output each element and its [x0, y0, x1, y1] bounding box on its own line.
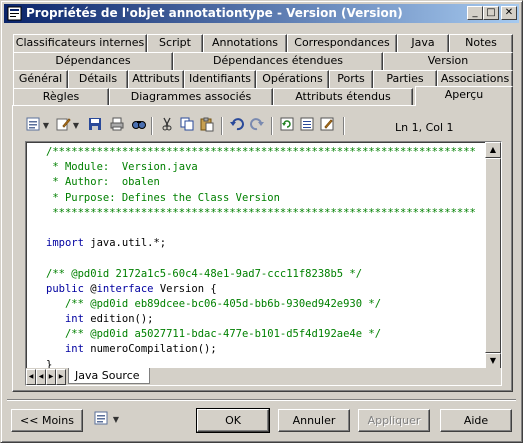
chevron-down-icon[interactable]: ▼: [71, 116, 81, 136]
tab-correspondances[interactable]: Correspondances: [287, 34, 397, 52]
tab-classificateurs-internes[interactable]: Classificateurs internes: [13, 34, 147, 52]
code-line: /** @pd0id eb89dcee-bc06-405d-bb6b-930ed…: [46, 297, 382, 310]
vertical-scrollbar[interactable]: ▲ ▼: [485, 142, 501, 369]
tab-attributs[interactable]: Attributs: [128, 70, 184, 88]
dialog-separator: [7, 399, 516, 401]
tab-details[interactable]: Détails: [68, 70, 128, 88]
edit-text-icon[interactable]: [317, 116, 337, 136]
next-sheet-button[interactable]: ▶: [46, 369, 56, 385]
code-content[interactable]: /***************************************…: [46, 145, 476, 373]
properties-dialog: Propriétés de l'objet annotationtype - V…: [0, 0, 523, 443]
tab-dependances-etendues[interactable]: Dépendances étendues: [173, 52, 383, 70]
help-button[interactable]: Aide: [440, 409, 512, 432]
chevron-down-icon[interactable]: ▼: [41, 116, 51, 136]
toolbar-separator: [151, 117, 153, 135]
sheet-tab-bar: ◀ ◀ ▶ ▶ Java Source: [26, 368, 487, 385]
cut-icon[interactable]: [157, 116, 177, 136]
tab-diagrammes-associes[interactable]: Diagrammes associés: [109, 88, 273, 106]
tab-identifiants[interactable]: Identifiants: [184, 70, 256, 88]
print-icon[interactable]: [107, 116, 127, 136]
ok-button[interactable]: OK: [196, 408, 270, 433]
last-sheet-button[interactable]: ▶: [56, 369, 66, 385]
editor-toolbar: ▼ ▼ Ln 1, Col 1: [21, 114, 506, 138]
tab-operations[interactable]: Opérations: [256, 70, 329, 88]
code-editor[interactable]: /***************************************…: [25, 141, 502, 386]
close-button[interactable]: ✕: [501, 6, 517, 20]
toolbar-separator: [343, 117, 345, 135]
code-line: public @interface Version {: [46, 282, 217, 295]
toolbar-separator: [221, 117, 223, 135]
code-line: * Author: obalen: [46, 176, 160, 189]
tab-dependances[interactable]: Dépendances: [13, 52, 173, 70]
tab-java[interactable]: Java: [397, 34, 449, 52]
minimize-button[interactable]: _: [467, 6, 483, 20]
properties-icon[interactable]: [91, 410, 111, 430]
tab-notes[interactable]: Notes: [449, 34, 513, 52]
scroll-down-button[interactable]: ▼: [485, 353, 501, 369]
copy-icon[interactable]: [177, 116, 197, 136]
paste-icon[interactable]: [197, 116, 217, 136]
cancel-button[interactable]: Annuler: [278, 409, 350, 432]
title-bar: Propriétés de l'objet annotationtype - V…: [4, 4, 519, 23]
cursor-position: Ln 1, Col 1: [395, 121, 454, 134]
maximize-button[interactable]: □: [483, 6, 499, 20]
code-line: * Purpose: Defines the Class Version: [46, 191, 280, 204]
tab-regles[interactable]: Règles: [13, 88, 109, 106]
view-icon[interactable]: [297, 116, 317, 136]
properties-icon[interactable]: [23, 116, 43, 136]
edit-icon[interactable]: [53, 116, 73, 136]
code-line: ****************************************…: [46, 206, 476, 219]
scroll-up-button[interactable]: ▲: [485, 142, 501, 158]
tab-ports[interactable]: Ports: [329, 70, 373, 88]
sheet-tab-java-source[interactable]: Java Source: [68, 368, 150, 384]
redo-icon[interactable]: [247, 116, 267, 136]
first-sheet-button[interactable]: ◀: [26, 369, 36, 385]
less-button[interactable]: << Moins: [11, 409, 83, 432]
tab-version[interactable]: Version: [383, 52, 513, 70]
scroll-thumb[interactable]: [485, 158, 501, 353]
code-line: import java.util.*;: [46, 237, 167, 250]
window-title: Propriétés de l'objet annotationtype - V…: [26, 6, 403, 20]
chevron-down-icon[interactable]: ▼: [111, 410, 121, 430]
tab-annotations[interactable]: Annotations: [203, 34, 287, 52]
tab-attributs-etendus[interactable]: Attributs étendus: [273, 88, 413, 106]
code-line: int edition();: [64, 313, 154, 326]
tab-general[interactable]: Général: [13, 70, 68, 88]
code-line: /***************************************…: [46, 146, 476, 158]
undo-icon[interactable]: [227, 116, 247, 136]
code-line: int numeroCompilation();: [64, 343, 217, 356]
find-icon[interactable]: [129, 116, 149, 136]
tab-script[interactable]: Script: [147, 34, 203, 52]
scroll-corner: [485, 368, 501, 385]
prev-sheet-button[interactable]: ◀: [36, 369, 46, 385]
refresh-icon[interactable]: [277, 116, 297, 136]
code-line: /** @pd0id a5027711-bdac-477e-b101-d5f4d…: [46, 328, 382, 341]
app-icon: [7, 6, 22, 21]
toolbar-separator: [271, 117, 273, 135]
apply-button[interactable]: Appliquer: [358, 409, 430, 432]
code-line: /** @pd0id 2172a1c5-60c4-48e1-9ad7-ccc11…: [46, 267, 363, 280]
save-icon[interactable]: [85, 116, 105, 136]
tab-panel-apercu: ▼ ▼ Ln 1, Col 1 /***********************…: [12, 105, 513, 392]
code-line: * Module: Version.java: [46, 161, 198, 174]
tab-apercu[interactable]: Aperçu: [415, 86, 513, 106]
